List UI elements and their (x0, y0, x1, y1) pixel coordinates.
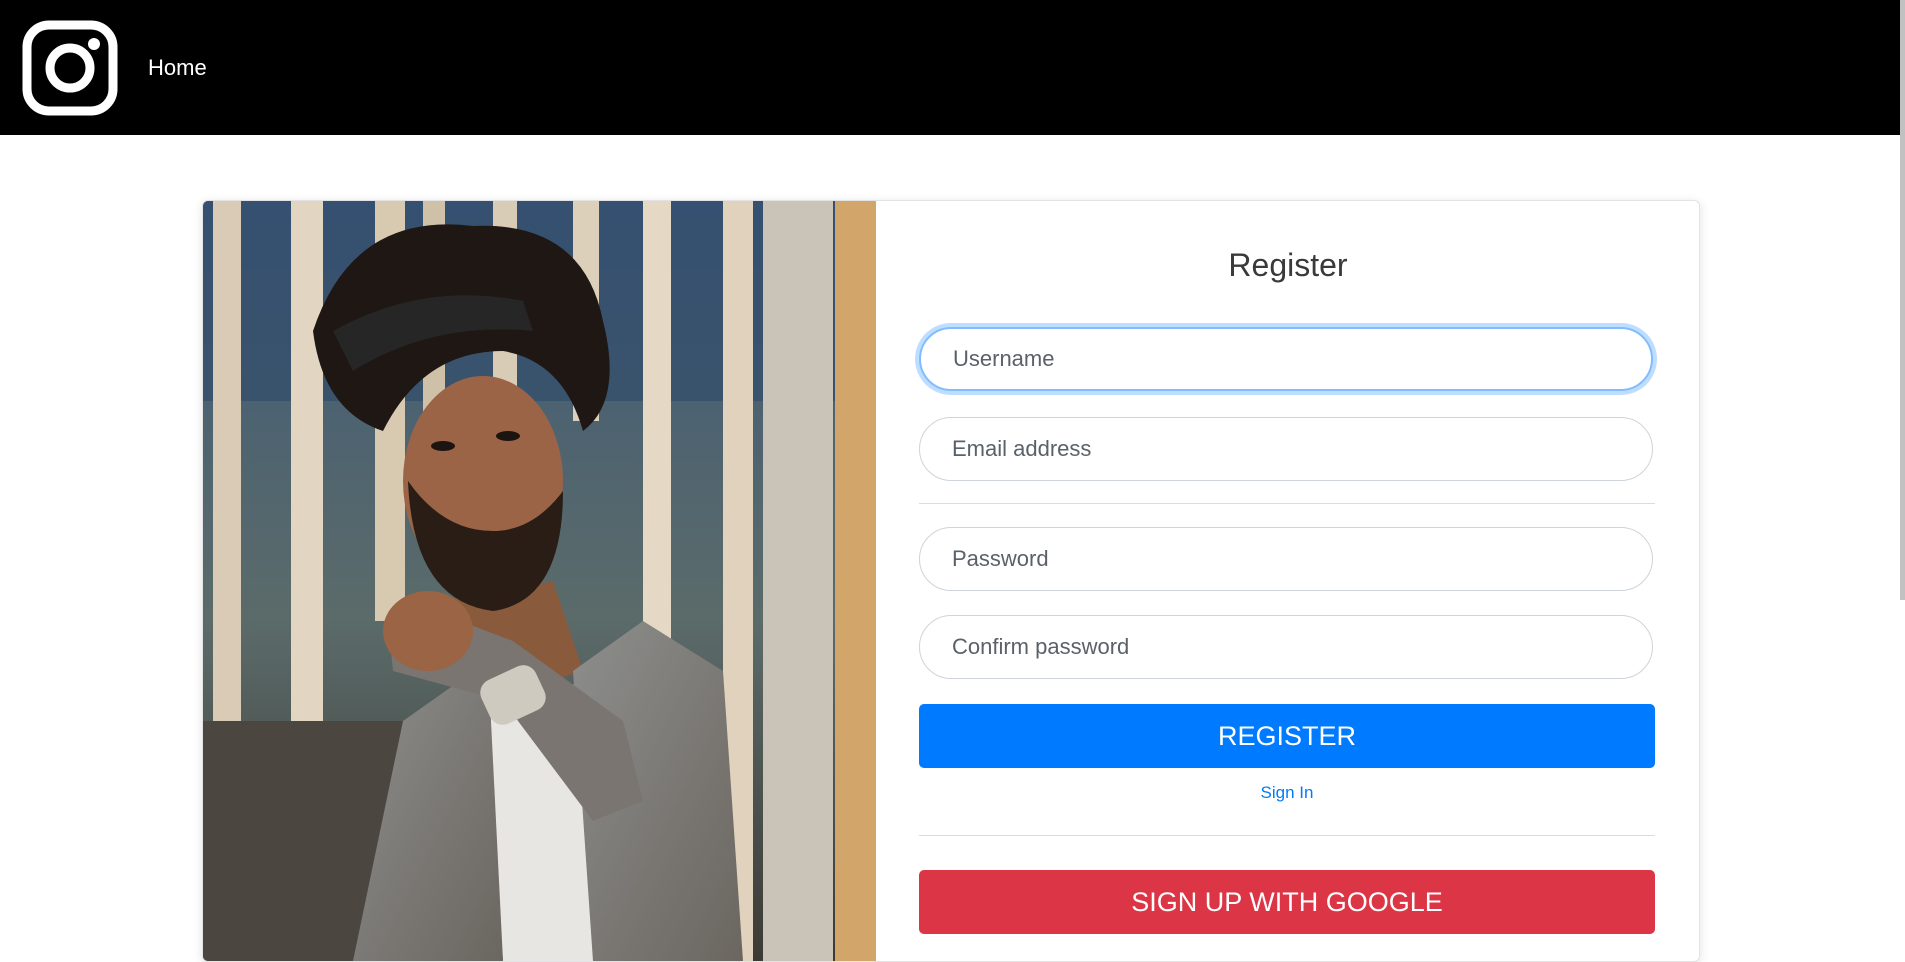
password-input[interactable] (919, 527, 1653, 591)
instagram-icon[interactable] (22, 20, 118, 116)
form-divider (919, 503, 1655, 504)
top-navbar: Home (0, 0, 1900, 135)
register-button[interactable]: REGISTER (919, 704, 1655, 768)
nav-home-link[interactable]: Home (148, 55, 207, 81)
page-scrollbar[interactable] (1900, 0, 1905, 600)
register-title: Register (1228, 247, 1348, 283)
confirm-password-input[interactable] (919, 615, 1653, 679)
google-signup-button[interactable]: SIGN UP WITH GOOGLE (919, 870, 1655, 934)
sign-in-link[interactable]: Sign In (919, 783, 1655, 803)
form-divider (919, 835, 1655, 836)
register-card: Register REGISTER Sign In SIGN UP WITH G… (202, 200, 1700, 962)
profile-photo (203, 201, 876, 961)
username-input[interactable] (919, 327, 1653, 391)
email-input[interactable] (919, 417, 1653, 481)
